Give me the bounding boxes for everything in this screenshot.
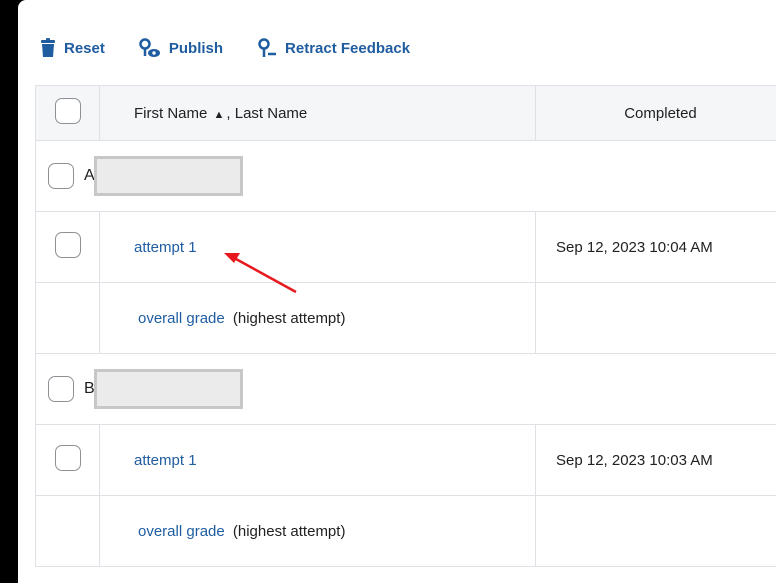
toolbar: Reset Publish Retract Feedback <box>40 36 444 60</box>
name-column-header[interactable]: First Name ▲, Last Name <box>99 85 536 141</box>
row-checkbox[interactable] <box>54 232 81 258</box>
redacted-name <box>94 369 243 409</box>
completed-date: Sep 12, 2023 10:04 AM <box>535 211 776 283</box>
publish-icon <box>139 38 161 58</box>
reset-label: Reset <box>64 39 105 57</box>
attempt-link[interactable]: attempt 1 <box>134 239 197 256</box>
overall-grade-link[interactable]: overall grade <box>138 310 225 327</box>
empty-cell <box>35 282 100 354</box>
overall-grade-link[interactable]: overall grade <box>138 523 225 540</box>
retract-icon <box>257 38 277 58</box>
first-name-sort[interactable]: First Name <box>134 105 207 122</box>
group-cell: Ar <box>35 140 776 212</box>
empty-cell <box>535 282 776 354</box>
retract-feedback-label: Retract Feedback <box>285 39 411 57</box>
retract-feedback-button[interactable]: Retract Feedback <box>257 38 410 58</box>
attempt-link[interactable]: attempt 1 <box>134 452 197 469</box>
empty-cell <box>535 495 776 567</box>
redacted-name <box>94 156 243 196</box>
trash-icon <box>40 38 56 58</box>
overall-note: (highest attempt) <box>232 522 346 540</box>
publish-button[interactable]: Publish <box>139 38 223 58</box>
reset-button[interactable]: Reset <box>40 38 105 58</box>
attempt-cell: attempt 1 <box>99 424 536 496</box>
group-row: Ar <box>35 140 776 212</box>
table-header-row: First Name ▲, Last Name Completed <box>35 85 776 141</box>
overall-cell: overall grade (highest attempt) <box>99 495 536 567</box>
group-checkbox[interactable] <box>48 163 74 189</box>
grades-table: First Name ▲, Last Name Completed Ar att… <box>35 85 776 567</box>
overall-cell: overall grade (highest attempt) <box>99 282 536 354</box>
last-name-sort[interactable]: , Last Name <box>226 105 307 122</box>
group-cell: Br <box>35 353 776 425</box>
table-row: attempt 1 Sep 12, 2023 10:04 AM <box>35 211 776 283</box>
row-checkbox-cell <box>35 424 100 496</box>
completed-date: Sep 12, 2023 10:03 AM <box>535 424 776 496</box>
table-row: overall grade (highest attempt) <box>35 495 776 567</box>
row-checkbox-cell <box>35 211 100 283</box>
empty-cell <box>35 495 100 567</box>
group-row: Br <box>35 353 776 425</box>
group-checkbox[interactable] <box>48 376 74 402</box>
row-checkbox[interactable] <box>54 445 81 471</box>
table-row: overall grade (highest attempt) <box>35 282 776 354</box>
sort-ascending-icon: ▲ <box>213 108 225 121</box>
table-row: attempt 1 Sep 12, 2023 10:03 AM <box>35 424 776 496</box>
header-checkbox-cell <box>35 85 100 141</box>
select-all-checkbox[interactable] <box>54 98 81 124</box>
overall-note: (highest attempt) <box>232 309 346 327</box>
attempt-cell: attempt 1 <box>99 211 536 283</box>
completed-column-header: Completed <box>535 85 776 141</box>
publish-label: Publish <box>168 39 224 57</box>
